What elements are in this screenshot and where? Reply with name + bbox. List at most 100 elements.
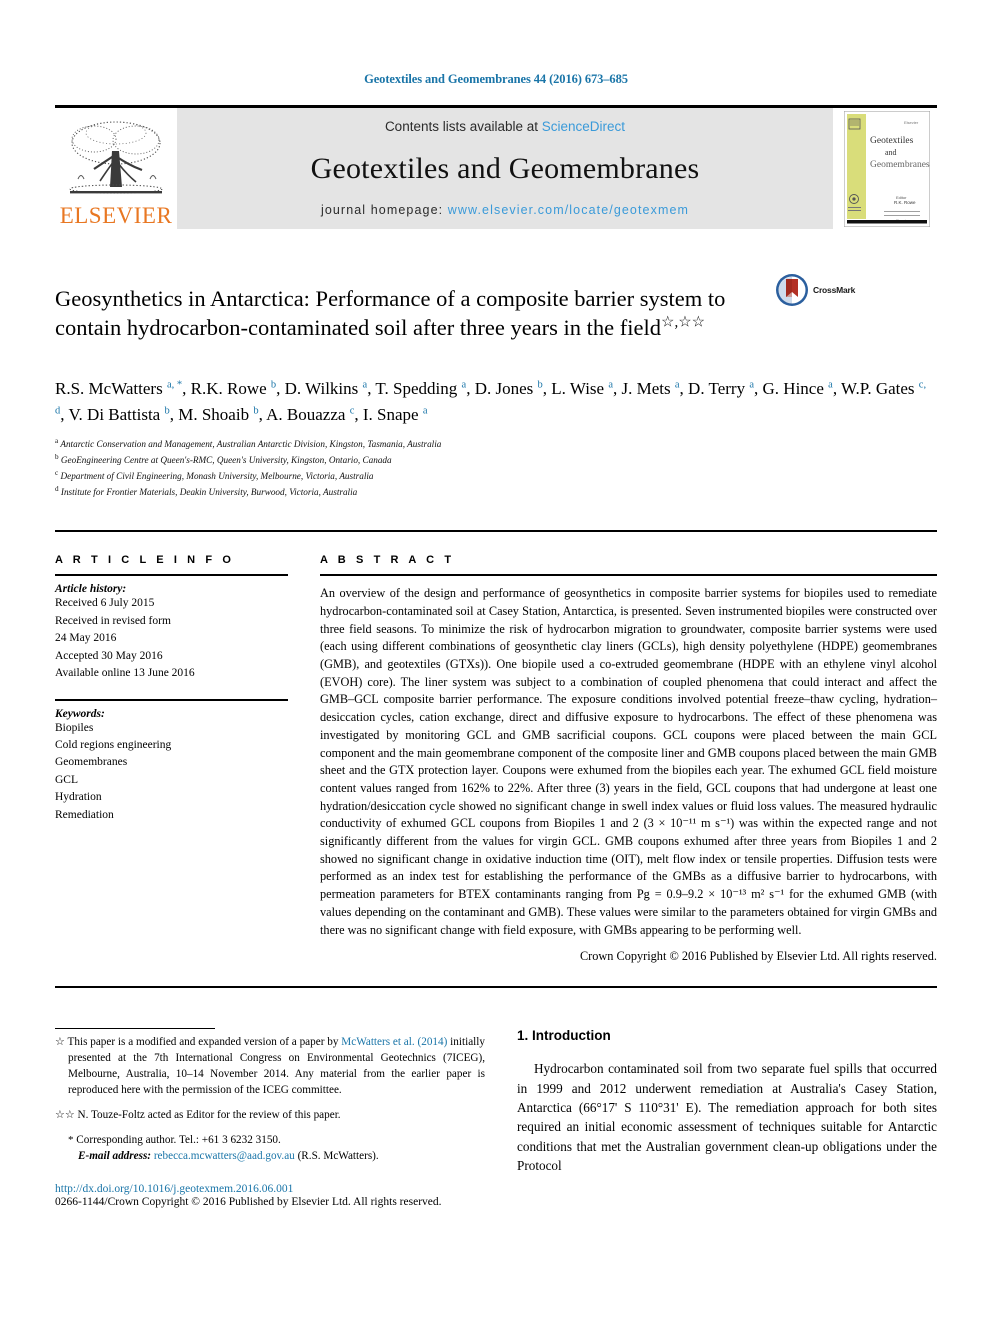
issn-copyright-line: 0266-1144/Crown Copyright © 2016 Publish… — [55, 1195, 442, 1208]
affiliation-marker: d — [55, 485, 59, 494]
journal-masthead: ELSEVIER Contents lists available at Sci… — [55, 105, 937, 229]
author-item: T. Spedding a, — [375, 378, 475, 398]
crossmark-icon — [776, 274, 808, 306]
paper-page: Geotextiles and Geomembranes 44 (2016) 6… — [0, 0, 992, 1323]
affiliation-marker: a — [55, 437, 59, 446]
article-history-list: Received 6 July 2015 Received in revised… — [55, 595, 288, 682]
footnote-text: N. Touze-Foltz acted as Editor for the r… — [77, 1108, 341, 1121]
svg-text:Geomembranes: Geomembranes — [870, 160, 930, 170]
homepage-url-link[interactable]: www.elsevier.com/locate/geotexmem — [448, 203, 689, 217]
author-item: R.K. Rowe b, — [190, 378, 285, 398]
email-line: E-mail address: rebecca.mcwatters@aad.go… — [68, 1149, 485, 1165]
running-head: Geotextiles and Geomembranes 44 (2016) 6… — [364, 72, 628, 86]
introduction-column: 1. Introduction Hydrocarbon contaminated… — [517, 1028, 937, 1207]
divider — [55, 574, 288, 577]
footnote-marker: ☆☆ — [55, 1108, 75, 1121]
introduction-paragraph: Hydrocarbon contaminated soil from two s… — [517, 1061, 937, 1174]
abstract-body: An overview of the design and performanc… — [320, 586, 937, 937]
journal-title: Geotextiles and Geomembranes — [310, 151, 700, 185]
abstract-heading: A B S T R A C T — [320, 554, 455, 567]
keywords-list: Biopiles Cold regions engineering Geomem… — [55, 720, 288, 825]
corresponding-text: Corresponding author. Tel.: +61 3 6232 3… — [76, 1133, 281, 1146]
contents-prefix: Contents lists available at — [384, 119, 542, 134]
author-item: L. Wise a, — [551, 378, 622, 398]
author-item: A. Bouazza c, — [266, 404, 363, 424]
footnote-text-part1: This paper is a modified and expanded ve… — [67, 1036, 342, 1049]
svg-text:and: and — [885, 148, 897, 157]
footnote-star: ☆ This paper is a modified and expanded … — [55, 1035, 485, 1099]
history-item: Accepted 30 May 2016 — [55, 649, 163, 662]
footnotes-column: ☆ This paper is a modified and expanded … — [55, 1028, 485, 1208]
affiliation-item: c Department of Civil Engineering, Monas… — [55, 468, 937, 484]
email-link[interactable]: rebecca.mcwatters@aad.gov.au — [154, 1150, 295, 1162]
author-list: R.S. McWatters a, *, R.K. Rowe b, D. Wil… — [55, 376, 937, 429]
homepage-prefix: journal homepage: — [320, 203, 448, 217]
article-info-heading: A R T I C L E I N F O — [55, 554, 235, 567]
keywords-block: Keywords: Biopiles Cold regions engineer… — [55, 698, 288, 825]
keyword-item: Cold regions engineering — [55, 739, 172, 751]
footnote-corresponding: * Corresponding author. Tel.: +61 3 6232… — [55, 1133, 485, 1165]
affiliation-marker: c — [55, 469, 59, 478]
keyword-item: GCL — [55, 773, 78, 786]
elsevier-wordmark: ELSEVIER — [59, 203, 173, 228]
title-area: Geosynthetics in Antarctica: Performance… — [55, 269, 937, 358]
journal-cover-image: Geotextiles and Geomembranes Elsevier Ed… — [844, 110, 930, 227]
lower-section: ☆ This paper is a modified and expanded … — [55, 1028, 937, 1208]
affiliation-item: b GeoEngineering Centre at Queen's-RMC, … — [55, 452, 937, 468]
author-item: D. Terry a, — [688, 378, 763, 398]
keywords-label: Keywords: — [55, 707, 105, 720]
article-info-column: A R T I C L E I N F O Article history: R… — [55, 554, 288, 964]
paper-title-text: Geosynthetics in Antarctica: Performance… — [55, 286, 726, 341]
elsevier-tree-icon — [69, 121, 163, 194]
abstract-bottom-divider — [55, 986, 937, 989]
affiliation-list: a Antarctic Conservation and Management,… — [55, 436, 937, 500]
affiliation-item: a Antarctic Conservation and Management,… — [55, 436, 937, 452]
affiliation-text: Institute for Frontier Materials, Deakin… — [60, 487, 358, 498]
keyword-item: Hydration — [55, 791, 102, 804]
journal-banner: Contents lists available at ScienceDirec… — [177, 108, 833, 229]
history-item: 24 May 2016 — [55, 632, 117, 645]
svg-text:R.K. Rowe: R.K. Rowe — [894, 200, 916, 205]
sciencedirect-link[interactable]: ScienceDirect — [542, 119, 625, 134]
affiliation-text: Antarctic Conservation and Management, A… — [60, 439, 442, 450]
article-history-label: Article history: — [55, 583, 127, 596]
history-item: Received in revised form — [55, 614, 171, 627]
journal-cover-thumbnail[interactable]: Geotextiles and Geomembranes Elsevier Ed… — [837, 108, 937, 229]
info-abstract-section: A R T I C L E I N F O Article history: R… — [55, 530, 937, 964]
author-item: R.S. McWatters a, *, — [55, 378, 191, 398]
author-item: V. Di Battista b, — [68, 404, 179, 424]
footnote-marker: * — [68, 1133, 74, 1146]
author-item: M. Shoaib b, — [178, 404, 267, 424]
corresponding-line: * Corresponding author. Tel.: +61 3 6232… — [68, 1133, 485, 1149]
author-item: D. Wilkins a, — [284, 378, 376, 398]
abstract-copyright: Crown Copyright © 2016 Published by Else… — [579, 949, 937, 964]
title-footnote-markers: ☆,☆☆ — [661, 314, 706, 331]
divider — [55, 698, 288, 701]
affiliation-text: GeoEngineering Centre at Queen's-RMC, Qu… — [60, 455, 392, 466]
email-suffix: (R.S. McWatters). — [294, 1149, 379, 1162]
crossmark-label: CrossMark — [813, 285, 856, 295]
affiliation-item: d Institute for Frontier Materials, Deak… — [55, 484, 937, 500]
divider — [320, 574, 937, 577]
keyword-item: Biopiles — [55, 721, 94, 734]
svg-text:Geotextiles: Geotextiles — [870, 136, 914, 146]
footnote-divider — [55, 1028, 215, 1030]
keyword-item: Geomembranes — [55, 756, 128, 769]
doi-link[interactable]: http://dx.doi.org/10.1016/j.geotexmem.20… — [55, 1183, 485, 1195]
author-item: G. Hince a, — [762, 378, 842, 398]
introduction-heading: 1. Introduction — [517, 1028, 611, 1044]
history-item: Available online 13 June 2016 — [55, 667, 195, 680]
page-title: Geosynthetics in Antarctica: Performance… — [55, 284, 775, 343]
affiliation-text: Department of Civil Engineering, Monash … — [60, 471, 374, 482]
abstract-column: A B S T R A C T An overview of the desig… — [320, 554, 937, 964]
crossmark-badge[interactable]: CrossMark — [775, 269, 867, 307]
svg-text:Elsevier: Elsevier — [904, 120, 919, 125]
author-item: I. Snape a — [362, 404, 428, 424]
author-item: J. Mets a, — [621, 378, 689, 398]
journal-homepage-line: journal homepage: www.elsevier.com/locat… — [321, 203, 689, 217]
email-label: E-mail address: — [78, 1149, 152, 1162]
contents-available-line: Contents lists available at ScienceDirec… — [385, 119, 625, 134]
footnote-citation-link[interactable]: McWatters et al. (2014) — [341, 1036, 447, 1048]
history-item: Received 6 July 2015 — [55, 597, 155, 610]
affiliation-marker: b — [55, 453, 59, 462]
